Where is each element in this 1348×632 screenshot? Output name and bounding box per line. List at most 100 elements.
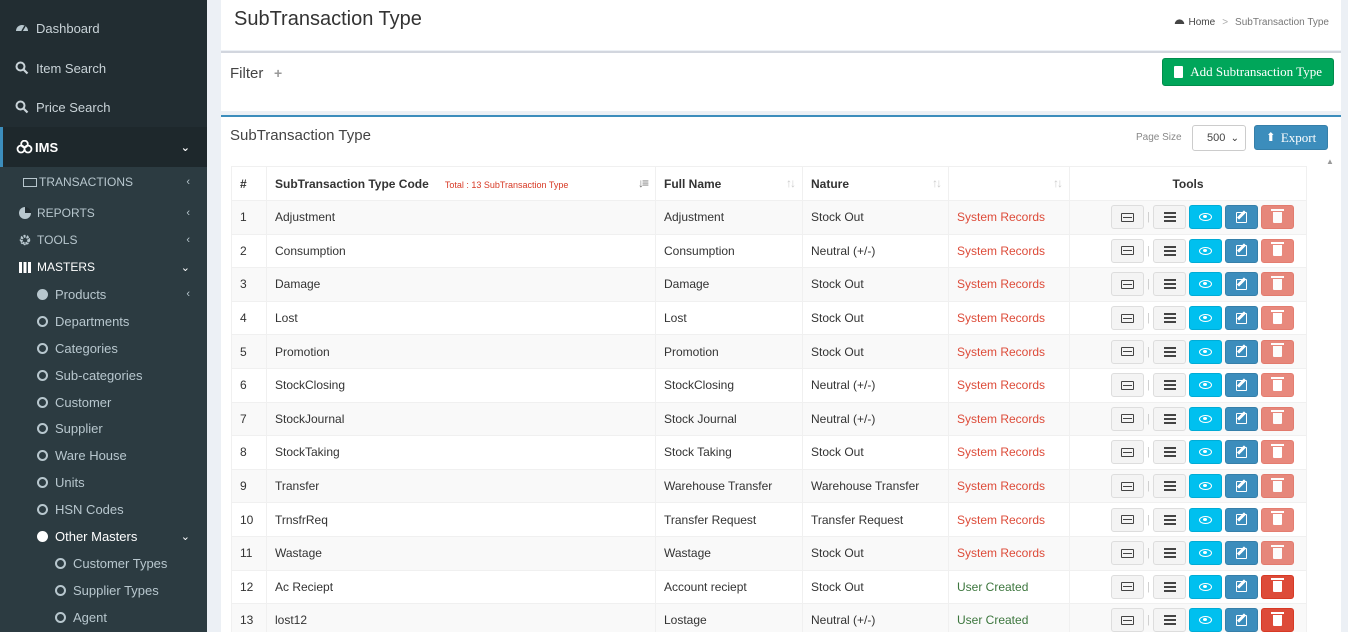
- edit-button[interactable]: [1225, 373, 1258, 398]
- sidebar-item-departments[interactable]: Departments: [0, 311, 207, 331]
- edit-button[interactable]: [1225, 205, 1258, 230]
- keyboard-button[interactable]: [1111, 339, 1145, 364]
- view-button[interactable]: [1189, 440, 1222, 465]
- list-button[interactable]: [1153, 339, 1186, 364]
- delete-button[interactable]: [1261, 373, 1294, 398]
- sidebar-item-transactions[interactable]: TRANSACTIONS ‹: [0, 172, 207, 192]
- view-button[interactable]: [1189, 272, 1222, 297]
- list-button[interactable]: [1153, 272, 1186, 297]
- page-size-select[interactable]: 500 ⌄: [1192, 125, 1246, 151]
- scrollbar-up-arrow[interactable]: ▲: [1326, 157, 1334, 166]
- sidebar-item-customer[interactable]: Customer: [0, 392, 207, 412]
- list-button[interactable]: [1153, 306, 1186, 331]
- sidebar-item-sub-categories[interactable]: Sub-categories: [0, 365, 207, 385]
- list-button[interactable]: [1153, 507, 1186, 532]
- edit-button[interactable]: [1225, 474, 1258, 499]
- sidebar-item-ims[interactable]: IMS ⌄: [0, 127, 207, 167]
- edit-button[interactable]: [1225, 507, 1258, 532]
- add-subtransaction-type-button[interactable]: Add Subtransaction Type: [1162, 58, 1334, 86]
- view-button[interactable]: [1189, 238, 1222, 263]
- export-button[interactable]: ⬆ Export: [1254, 125, 1328, 150]
- sidebar-item-agent[interactable]: Agent: [0, 607, 207, 627]
- delete-button[interactable]: [1261, 574, 1294, 599]
- delete-button[interactable]: [1261, 406, 1294, 431]
- view-button[interactable]: [1189, 205, 1222, 230]
- keyboard-button[interactable]: [1111, 507, 1145, 532]
- edit-button[interactable]: [1225, 272, 1258, 297]
- divider: |: [1147, 379, 1150, 392]
- view-button[interactable]: [1189, 608, 1222, 632]
- edit-button[interactable]: [1225, 574, 1258, 599]
- view-button[interactable]: [1189, 507, 1222, 532]
- sidebar-item-other-masters[interactable]: Other Masters ⌄: [0, 526, 207, 546]
- table-box: SubTransaction Type Page Size 500 ⌄ ⬆ Ex…: [221, 115, 1341, 632]
- delete-button[interactable]: [1261, 507, 1294, 532]
- keyboard-button[interactable]: [1111, 440, 1145, 465]
- delete-button[interactable]: [1261, 440, 1294, 465]
- edit-button[interactable]: [1225, 541, 1258, 566]
- keyboard-button[interactable]: [1111, 541, 1145, 566]
- keyboard-button[interactable]: [1111, 474, 1145, 499]
- list-button[interactable]: [1153, 373, 1186, 398]
- sidebar-item-reports[interactable]: REPORTS ‹: [0, 203, 207, 223]
- edit-button[interactable]: [1225, 406, 1258, 431]
- list-button[interactable]: [1153, 574, 1186, 599]
- sidebar-item-masters[interactable]: MASTERS ⌄: [0, 257, 207, 277]
- edit-button[interactable]: [1225, 238, 1258, 263]
- delete-button[interactable]: [1261, 238, 1294, 263]
- keyboard-button[interactable]: [1111, 373, 1145, 398]
- delete-button[interactable]: [1261, 339, 1294, 364]
- view-button[interactable]: [1189, 474, 1222, 499]
- delete-button[interactable]: [1261, 608, 1294, 632]
- col-header-record-type[interactable]: ↑↓: [948, 166, 1070, 201]
- list-button[interactable]: [1153, 541, 1186, 566]
- keyboard-icon: [1121, 447, 1135, 457]
- delete-button[interactable]: [1261, 272, 1294, 297]
- col-header-code[interactable]: SubTransaction Type Code Total : 13 SubTr…: [266, 166, 656, 201]
- col-header-full-name[interactable]: Full Name ↑↓: [655, 166, 803, 201]
- keyboard-button[interactable]: [1111, 406, 1145, 431]
- list-button[interactable]: [1153, 205, 1186, 230]
- keyboard-button[interactable]: [1111, 238, 1145, 263]
- view-button[interactable]: [1189, 574, 1222, 599]
- sidebar-item-price-search[interactable]: Price Search: [0, 95, 207, 119]
- list-button[interactable]: [1153, 608, 1186, 632]
- sidebar-item-supplier-types[interactable]: Supplier Types: [0, 580, 207, 600]
- list-button[interactable]: [1153, 440, 1186, 465]
- keyboard-button[interactable]: [1111, 574, 1145, 599]
- sidebar-item-dashboard[interactable]: Dashboard: [0, 16, 207, 40]
- keyboard-button[interactable]: [1111, 608, 1145, 632]
- sidebar-item-item-search[interactable]: Item Search: [0, 56, 207, 80]
- breadcrumb-home-link[interactable]: Home: [1189, 17, 1216, 28]
- plus-icon[interactable]: +: [274, 65, 282, 81]
- delete-button[interactable]: [1261, 205, 1294, 230]
- keyboard-button[interactable]: [1111, 272, 1145, 297]
- sidebar-item-customer-types[interactable]: Customer Types: [0, 553, 207, 573]
- view-button[interactable]: [1189, 306, 1222, 331]
- edit-icon: [1236, 614, 1247, 626]
- sidebar-item-tools[interactable]: TOOLS ‹: [0, 230, 207, 250]
- view-button[interactable]: [1189, 406, 1222, 431]
- sidebar-item-supplier[interactable]: Supplier: [0, 418, 207, 438]
- delete-button[interactable]: [1261, 306, 1294, 331]
- delete-button[interactable]: [1261, 541, 1294, 566]
- list-button[interactable]: [1153, 406, 1186, 431]
- delete-button[interactable]: [1261, 474, 1294, 499]
- sidebar-item-units[interactable]: Units: [0, 472, 207, 492]
- col-header-nature[interactable]: Nature ↑↓: [802, 166, 949, 201]
- view-button[interactable]: [1189, 541, 1222, 566]
- edit-button[interactable]: [1225, 306, 1258, 331]
- edit-button[interactable]: [1225, 339, 1258, 364]
- edit-button[interactable]: [1225, 608, 1258, 632]
- sidebar-item-products[interactable]: Products ‹: [0, 284, 207, 304]
- sidebar-item-warehouse[interactable]: Ware House: [0, 445, 207, 465]
- keyboard-button[interactable]: [1111, 205, 1145, 230]
- keyboard-button[interactable]: [1111, 306, 1145, 331]
- list-button[interactable]: [1153, 474, 1186, 499]
- list-button[interactable]: [1153, 238, 1186, 263]
- edit-button[interactable]: [1225, 440, 1258, 465]
- view-button[interactable]: [1189, 373, 1222, 398]
- sidebar-item-categories[interactable]: Categories: [0, 338, 207, 358]
- sidebar-item-hsn-codes[interactable]: HSN Codes: [0, 499, 207, 519]
- view-button[interactable]: [1189, 339, 1222, 364]
